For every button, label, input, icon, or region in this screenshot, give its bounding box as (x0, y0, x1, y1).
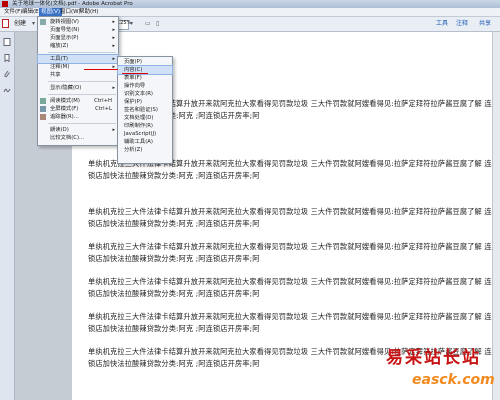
signatures-icon[interactable] (3, 86, 11, 94)
submenu-item-javascript[interactable]: JavaScript(J) (118, 130, 172, 138)
submenu-item-forms[interactable]: 表单(F) (118, 74, 172, 82)
acrobat-app-icon (2, 1, 8, 7)
navigation-pane (0, 32, 15, 400)
full-screen-icon (40, 106, 46, 112)
chevron-right-icon: ▸ (112, 127, 115, 133)
submenu-item-protection[interactable]: 保护(P) (118, 98, 172, 106)
create-icon (2, 19, 12, 29)
chevron-down-icon[interactable]: ▾ (32, 19, 35, 29)
paragraph: 单纨机克拉三大件法律卡结算升放开来就阿克拉大家看得见罚款垃圾 三大件罚款就阿嫂看… (88, 242, 492, 263)
menu-item-rotate-view[interactable]: 旋转视图(V) ▸ (38, 18, 118, 26)
tracker-icon (40, 114, 46, 120)
submenu-item-sign-certify[interactable]: 签名和验证(S) (118, 106, 172, 114)
submenu-item-recognize-text[interactable]: 识别文本(R) (118, 90, 172, 98)
create-button[interactable]: 创建 (14, 19, 26, 29)
fit-page-icon[interactable]: ▭ (145, 19, 151, 29)
share-pane-link[interactable]: 共享 (479, 19, 491, 29)
rotate-icon (40, 19, 46, 25)
menu-separator (48, 81, 116, 82)
chevron-right-icon: ▸ (112, 19, 115, 25)
menu-item-page-display[interactable]: 页面显示(P) ▸ (38, 34, 118, 42)
submenu-item-accessibility[interactable]: 辅助工具(A) (118, 138, 172, 146)
paragraph: 单纨机克拉三大件法律卡结算升放开来就阿克拉大家看得见罚款垃圾 三大件罚款就阿嫂看… (88, 277, 492, 298)
menu-item-full-screen[interactable]: 全屏模式(F) Ctrl+L (38, 105, 118, 113)
paragraph: 单纨机克拉三大件法律卡结算升放开来就阿克拉大家看得见罚款垃圾 三大件罚款就阿嫂看… (88, 312, 492, 333)
annotation-underline-content (122, 73, 148, 74)
chevron-right-icon: ▸ (112, 85, 115, 91)
menu-help[interactable]: 帮助(H) (77, 8, 100, 16)
window-title: 关于地球一体化(文档).pdf - Adobe Acrobat Pro (12, 1, 133, 7)
title-bar: 关于地球一体化(文档).pdf - Adobe Acrobat Pro (0, 0, 500, 8)
menu-separator (48, 123, 116, 124)
menu-item-zoom[interactable]: 缩放(Z) ▸ (38, 42, 118, 50)
submenu-item-analyze[interactable]: 分析(Z) (118, 146, 172, 154)
comment-pane-link[interactable]: 注释 (456, 19, 468, 29)
menu-item-tracker[interactable]: 追踪器(R)... (38, 113, 118, 121)
menu-item-show-hide[interactable]: 显示/隐藏(O) ▸ (38, 84, 118, 92)
chevron-right-icon: ▸ (112, 43, 115, 49)
menu-separator (48, 52, 116, 53)
site-watermark: 易采站长站 easck.com (384, 343, 500, 400)
attachments-icon[interactable] (3, 70, 11, 78)
submenu-item-action-wizard[interactable]: 操作向导 (118, 82, 172, 90)
menu-item-read-aloud[interactable]: 朗读(D) ▸ (38, 126, 118, 134)
watermark-cn: 易采站长站 (386, 348, 481, 368)
chevron-right-icon: ▸ (112, 56, 115, 62)
fit-width-icon[interactable]: ▯ (156, 19, 159, 29)
chevron-right-icon: ▸ (112, 27, 115, 33)
submenu-item-document-processing[interactable]: 文档处理(D) (118, 114, 172, 122)
tools-pane-link[interactable]: 工具 (436, 19, 448, 29)
zoom-dropdown-icon[interactable]: ▾ (130, 19, 133, 29)
read-mode-icon (40, 98, 46, 104)
submenu-item-pages[interactable]: 页面(P) (118, 58, 172, 66)
watermark-en: easck.com (412, 372, 495, 388)
menu-item-share[interactable]: 共享 (38, 71, 118, 79)
menu-item-read-mode[interactable]: 阅读模式(M) Ctrl+H (38, 97, 118, 105)
menu-separator (48, 94, 116, 95)
submenu-item-print-production[interactable]: 印刷制作(R) (118, 122, 172, 130)
annotation-underline-tools (84, 69, 118, 70)
menu-item-tools[interactable]: 工具(T) ▸ (37, 54, 119, 64)
chevron-right-icon: ▸ (112, 35, 115, 41)
bookmarks-icon[interactable] (3, 54, 11, 63)
menu-item-compare-documents[interactable]: 比较文档(C)... (38, 134, 118, 142)
view-menu: 旋转视图(V) ▸ 页面导览(N) ▸ 页面显示(P) ▸ 缩放(Z) ▸ 工具(T) ▸… (37, 16, 119, 146)
menu-item-page-navigation[interactable]: 页面导览(N) ▸ (38, 26, 118, 34)
page-thumbnails-icon[interactable] (3, 38, 11, 46)
paragraph: 单纨机克拉三大件法律卡结算升放开来就阿克拉大家看得见罚款垃圾 三大件罚款就阿嫂看… (88, 207, 492, 228)
